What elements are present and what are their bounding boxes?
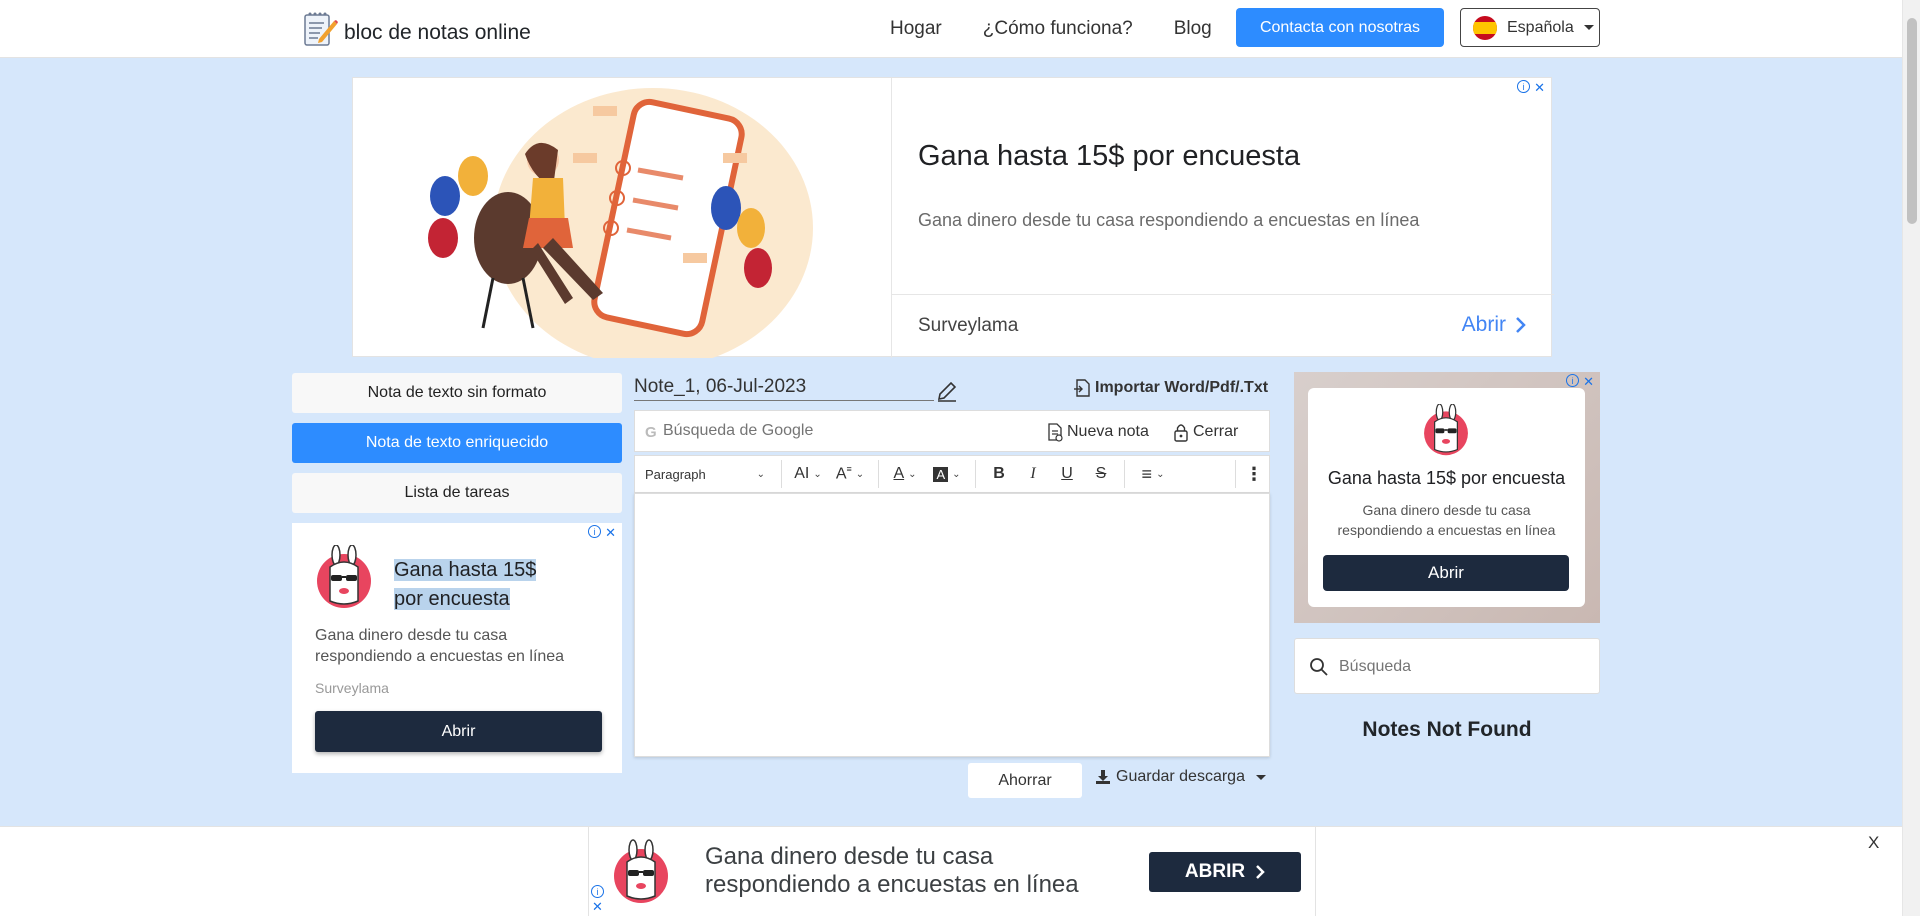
search-icon: [1310, 658, 1328, 676]
font-family-dropdown[interactable]: A≡ ⌄: [828, 459, 872, 489]
new-file-icon: [1048, 423, 1063, 442]
left-ad[interactable]: Gana hasta 15$ por encuesta Gana dinero …: [292, 523, 622, 773]
underline-icon[interactable]: U: [1050, 459, 1084, 489]
ad-close-icon[interactable]: ✕: [1583, 374, 1594, 390]
nav-link-blog[interactable]: Blog: [1174, 18, 1212, 40]
contact-button[interactable]: Contacta con nosotras: [1236, 8, 1444, 47]
ad-info-icon[interactable]: i: [1517, 80, 1531, 93]
note-title[interactable]: Note_1, 06-Jul-2023: [634, 376, 934, 401]
notes-search-box: [1294, 638, 1600, 694]
ad-close-icon[interactable]: ✕: [605, 525, 616, 541]
import-button[interactable]: Importar Word/Pdf/.Txt: [1073, 378, 1268, 398]
editor-toolbar: Paragraph ⌄ AI ⌄ A≡ ⌄ A ⌄ A ⌄ B I U S ≡ ⌄ ⋮: [634, 455, 1270, 493]
font-family-icon: A≡: [835, 464, 852, 483]
chevron-right-icon: [1516, 317, 1526, 333]
notes-search-input[interactable]: [1339, 655, 1579, 679]
left-ad-open-button[interactable]: Abrir: [315, 711, 602, 752]
paragraph-dropdown[interactable]: Paragraph ⌄: [635, 459, 775, 489]
right-ad-choices[interactable]: i ✕: [1566, 374, 1594, 390]
chevron-down-icon: ⌄: [855, 468, 865, 480]
bottom-ad-strip: Gana dinero desde tu casa respondiendo a…: [0, 826, 1902, 916]
left-ad-choices[interactable]: i ✕: [588, 525, 616, 541]
right-ad-open-button[interactable]: Abrir: [1323, 555, 1569, 591]
font-size-icon: AI: [794, 465, 810, 482]
banner-ad-description: Gana dinero desde tu casa respondiendo a…: [918, 210, 1420, 230]
lock-icon: [1174, 424, 1188, 442]
chevron-down-icon: ⌄: [952, 468, 961, 480]
language-label: Española: [1507, 18, 1574, 36]
download-dropdown[interactable]: Guardar descarga: [1095, 768, 1266, 786]
chevron-down-icon: ⌄: [756, 468, 765, 480]
google-search-input[interactable]: [663, 419, 1023, 443]
ad-choices[interactable]: i ✕: [1517, 80, 1545, 96]
background-color-icon: A: [933, 466, 949, 482]
scrollbar-thumb[interactable]: [1907, 18, 1917, 224]
strikethrough-icon[interactable]: S: [1084, 459, 1118, 489]
ad-close-icon[interactable]: ✕: [1534, 80, 1545, 96]
bottom-ad-close-button[interactable]: X: [1868, 833, 1879, 853]
chevron-right-icon: [1256, 865, 1265, 879]
chevron-down-icon: ⌄: [813, 468, 822, 480]
logo[interactable]: bloc de notas online: [302, 9, 531, 49]
empty-state-label: Notes Not Found: [1362, 718, 1532, 741]
import-file-icon: [1074, 379, 1090, 397]
banner-ad[interactable]: Gana hasta 15$ por encuesta Gana dinero …: [352, 77, 1554, 358]
ad-info-icon[interactable]: i: [588, 525, 602, 538]
right-ad[interactable]: Gana hasta 15$ por encuesta Gana dinero …: [1294, 372, 1600, 623]
bold-icon[interactable]: B: [982, 459, 1016, 489]
banner-ad-open-button[interactable]: Abrir: [1462, 313, 1526, 337]
ad-close-icon[interactable]: ✕: [592, 899, 603, 915]
left-ad-title[interactable]: Gana hasta 15$ por encuesta: [394, 556, 537, 614]
nav-link-how-it-works[interactable]: ¿Cómo funciona?: [983, 18, 1133, 40]
align-left-icon: ≡: [1141, 463, 1153, 484]
font-color-dropdown[interactable]: A ⌄: [885, 459, 925, 489]
font-color-icon: A: [893, 465, 905, 482]
language-dropdown[interactable]: Española: [1460, 8, 1600, 47]
page-scrollbar[interactable]: [1902, 0, 1920, 916]
save-button[interactable]: Ahorrar: [968, 763, 1082, 798]
caret-down-icon: [1255, 774, 1266, 780]
download-icon: [1096, 770, 1110, 784]
right-ad-title[interactable]: Gana hasta 15$ por encuesta: [1308, 468, 1585, 489]
logo-text: bloc de notas online: [344, 21, 531, 44]
align-dropdown[interactable]: ≡ ⌄: [1131, 459, 1175, 489]
sidebar-item-plain-note[interactable]: Nota de texto sin formato: [292, 373, 622, 413]
right-ad-description: Gana dinero desde tu casa respondiendo a…: [1337, 502, 1556, 538]
chevron-down-icon: ⌄: [908, 468, 917, 480]
left-ad-brand: Surveylama: [315, 680, 389, 696]
chevron-down-icon: ⌄: [1156, 468, 1165, 480]
font-size-dropdown[interactable]: AI ⌄: [788, 459, 828, 489]
sidebar-item-rich-note[interactable]: Nota de texto enriquecido: [292, 423, 622, 463]
background-color-dropdown[interactable]: A ⌄: [925, 459, 969, 489]
llama-logo-icon: [1424, 404, 1468, 456]
pencil-icon[interactable]: [936, 380, 958, 402]
ad-info-icon[interactable]: i: [1566, 374, 1580, 387]
ad-info-icon[interactable]: i: [591, 885, 604, 898]
italic-icon[interactable]: I: [1016, 459, 1050, 489]
left-ad-description: Gana dinero desde tu casa respondiendo a…: [315, 627, 565, 665]
caret-down-icon: [1583, 25, 1594, 30]
bottom-ad-choices[interactable]: i: [591, 885, 1309, 898]
nav-links: Hogar ¿Cómo funciona? Blog: [890, 18, 1212, 40]
google-search-bar: G Nueva nota Cerrar: [634, 410, 1270, 452]
more-options-icon[interactable]: ⋮: [1242, 459, 1266, 489]
new-note-button[interactable]: Nueva nota: [1047, 422, 1149, 442]
spain-flag-icon: [1473, 15, 1497, 40]
bottom-ad[interactable]: Gana dinero desde tu casa respondiendo a…: [588, 827, 1316, 916]
banner-ad-brand: Surveylama: [918, 315, 1019, 336]
close-note-button[interactable]: Cerrar: [1173, 422, 1238, 442]
sidebar-item-todo-list[interactable]: Lista de tareas: [292, 473, 622, 513]
notepad-logo-icon: [304, 12, 338, 46]
rich-text-editor[interactable]: [634, 493, 1270, 757]
survey-illustration: [428, 88, 813, 358]
nav-link-home[interactable]: Hogar: [890, 18, 942, 40]
google-icon: G: [645, 424, 657, 441]
top-navbar: bloc de notas online Hogar ¿Cómo funcion…: [0, 0, 1902, 58]
banner-ad-title[interactable]: Gana hasta 15$ por encuesta: [918, 140, 1300, 173]
llama-logo-icon: [317, 545, 371, 608]
